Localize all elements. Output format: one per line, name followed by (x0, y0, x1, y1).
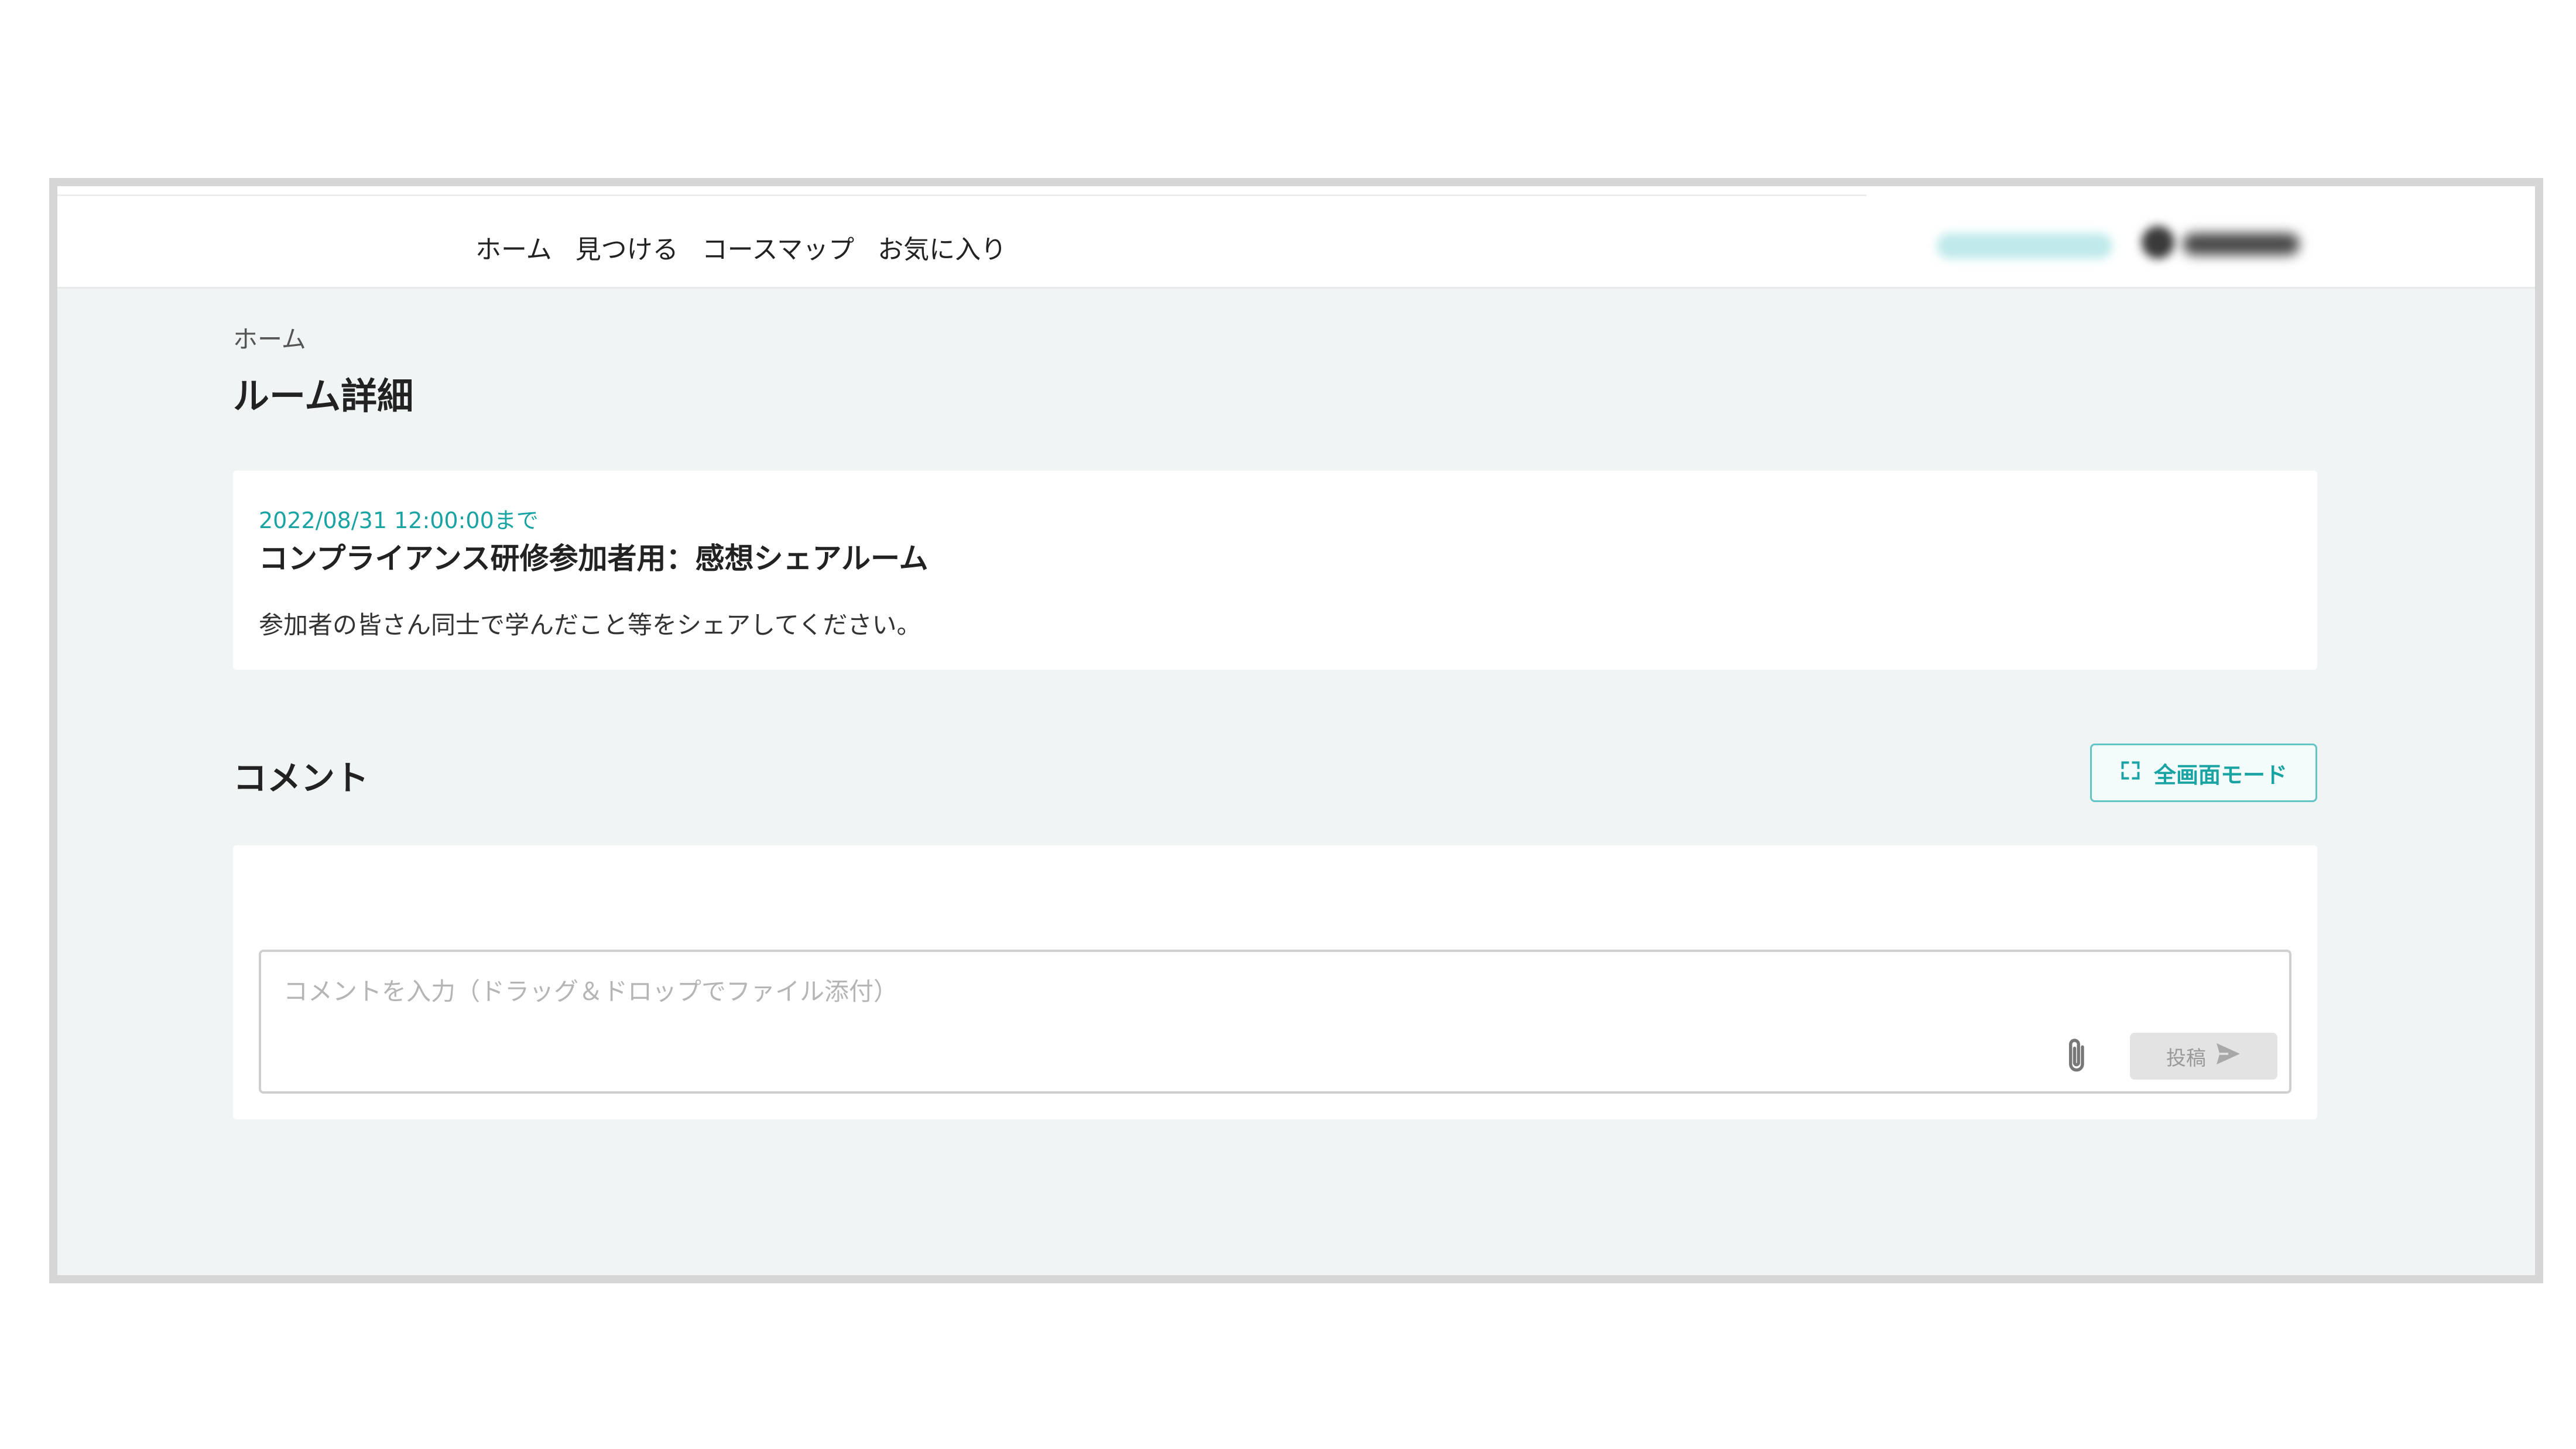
blurred-header-link[interactable] (1937, 233, 2112, 259)
fullscreen-icon (2120, 760, 2141, 786)
comment-input-box: 投稿 (259, 950, 2291, 1094)
fullscreen-mode-button[interactable]: 全画面モード (2090, 744, 2317, 802)
comments-heading: コメント (233, 758, 369, 798)
send-icon (2215, 1042, 2241, 1071)
room-detail-card: 2022/08/31 12:00:00まで コンプライアンス研修参加者用：感想シ… (233, 471, 2317, 670)
breadcrumb[interactable]: ホーム (233, 320, 306, 355)
nav-item-course-map[interactable]: コースマップ (702, 228, 854, 266)
app-window: ホーム 見つける コースマップ お気に入り ホーム ルーム詳細 2022/08/… (49, 178, 2543, 1283)
post-button[interactable]: 投稿 (2130, 1033, 2277, 1080)
topbar-divider (57, 194, 1866, 196)
paperclip-icon[interactable] (2061, 1035, 2094, 1077)
room-title: コンプライアンス研修参加者用：感想シェアルーム (259, 542, 929, 576)
top-navigation-bar: ホーム 見つける コースマップ お気に入り (57, 186, 2535, 289)
comment-input[interactable] (282, 973, 2041, 1009)
fullscreen-mode-label: 全画面モード (2153, 762, 2287, 788)
post-button-label: 投稿 (2166, 1046, 2206, 1070)
nav-item-home[interactable]: ホーム (475, 228, 552, 266)
nav-item-favorites[interactable]: お気に入り (878, 228, 1006, 266)
room-deadline: 2022/08/31 12:00:00まで (259, 508, 539, 533)
main-nav: ホーム 見つける コースマップ お気に入り (475, 228, 1006, 266)
page-title: ルーム詳細 (233, 375, 414, 417)
nav-item-discover[interactable]: 見つける (576, 228, 679, 266)
room-description: 参加者の皆さん同士で学んだこと等をシェアしてください。 (259, 611, 922, 639)
blurred-user-name[interactable] (2183, 233, 2300, 255)
comment-compose-card: 投稿 (233, 845, 2317, 1119)
avatar[interactable] (2142, 226, 2174, 259)
